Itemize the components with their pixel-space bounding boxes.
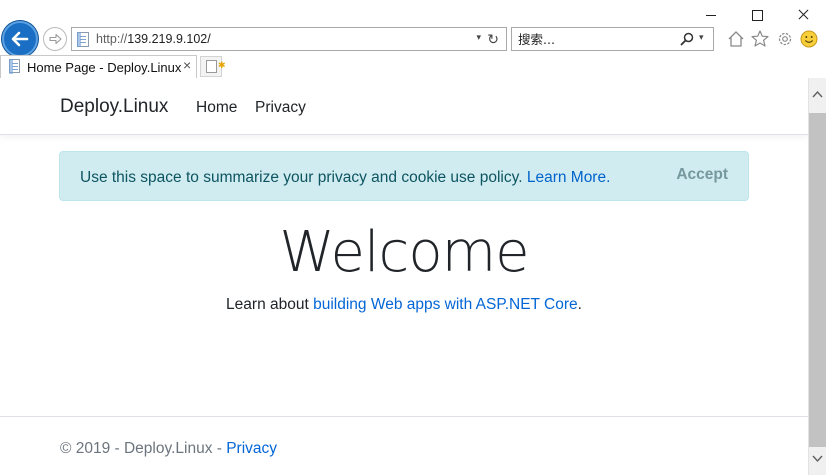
address-dropdown-icon[interactable]: ▾: [476, 32, 481, 43]
learn-more-link[interactable]: Learn More: [527, 169, 606, 186]
forward-arrow-icon: [49, 33, 62, 45]
cookie-consent-alert: Use this space to summarize your privacy…: [59, 151, 749, 201]
star-icon[interactable]: [750, 29, 770, 49]
copyright-text: © 2019 - Deploy.Linux -: [60, 440, 227, 457]
maximize-button[interactable]: [734, 3, 780, 27]
lead-paragraph: Learn about building Web apps with ASP.N…: [0, 296, 808, 314]
back-button[interactable]: [2, 21, 38, 57]
search-icon[interactable]: [680, 32, 694, 46]
nav-privacy-link[interactable]: Privacy: [255, 99, 306, 117]
search-dropdown-icon[interactable]: ▾: [699, 32, 704, 43]
smiley-icon[interactable]: [799, 29, 819, 49]
site-footer: © 2019 - Deploy.Linux - Privacy: [0, 416, 808, 475]
page-viewport: Deploy.Linux Home Privacy Use this space…: [0, 78, 808, 475]
window-controls: [688, 3, 826, 27]
learn-more-suffix: .: [606, 169, 611, 186]
brand-link[interactable]: Deploy.Linux: [60, 96, 168, 118]
search-input[interactable]: [518, 31, 668, 47]
minimize-button[interactable]: [688, 3, 734, 27]
tab-close-icon[interactable]: ×: [183, 57, 191, 73]
vertical-scrollbar[interactable]: [808, 78, 826, 475]
cookie-message: Use this space to summarize your privacy…: [80, 169, 610, 187]
cookie-message-text: Use this space to summarize your privacy…: [80, 169, 523, 186]
refresh-icon[interactable]: ↻: [487, 31, 499, 47]
page-icon: [77, 32, 89, 47]
search-box[interactable]: ▾: [511, 27, 714, 51]
new-tab-button[interactable]: ✱: [200, 56, 226, 77]
lead-suffix: .: [577, 296, 582, 313]
site-navbar: Deploy.Linux Home Privacy: [0, 78, 808, 135]
forward-button[interactable]: [43, 27, 67, 51]
home-icon[interactable]: [726, 29, 746, 49]
footer-text: © 2019 - Deploy.Linux - Privacy: [60, 440, 277, 458]
scrollbar-thumb[interactable]: [809, 113, 826, 447]
url-protocol: http://: [96, 32, 128, 46]
accept-button[interactable]: Accept: [676, 166, 728, 184]
gear-icon[interactable]: [775, 29, 795, 49]
tab-home-page[interactable]: Home Page - Deploy.Linux ×: [0, 55, 197, 78]
address-bar[interactable]: http://139.219.9.102/ ▾ ↻: [71, 27, 507, 51]
new-tab-icon: ✱: [206, 60, 226, 73]
url-host: 139.219.9.102/: [127, 32, 211, 46]
lead-prefix: Learn about: [226, 296, 309, 313]
aspnet-docs-link[interactable]: building Web apps with ASP.NET Core: [313, 296, 578, 313]
browser-chrome: http://139.219.9.102/ ▾ ↻ ▾ Home Page - …: [0, 0, 826, 78]
page-icon: [9, 59, 20, 74]
tab-title: Home Page - Deploy.Linux: [27, 60, 182, 75]
scroll-down-arrow-icon[interactable]: [809, 445, 826, 475]
footer-privacy-link[interactable]: Privacy: [226, 440, 277, 457]
back-arrow-icon: [11, 31, 29, 47]
nav-home-link[interactable]: Home: [196, 99, 237, 117]
url-text[interactable]: http://139.219.9.102/: [96, 32, 211, 46]
close-window-button[interactable]: [780, 3, 826, 27]
welcome-heading: Welcome: [279, 220, 529, 285]
scroll-up-arrow-icon[interactable]: [809, 78, 826, 108]
